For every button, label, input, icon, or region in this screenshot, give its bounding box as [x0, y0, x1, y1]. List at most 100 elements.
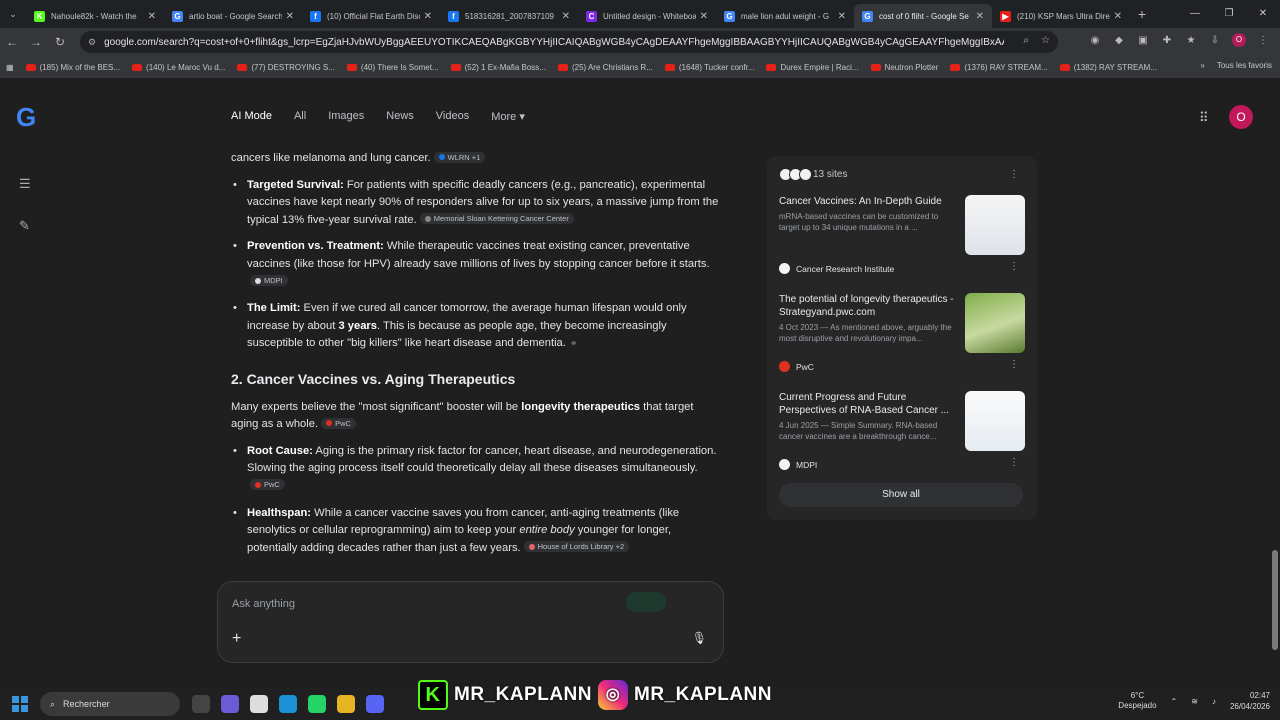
volume-icon[interactable]: ♪: [1212, 697, 1216, 706]
close-tab-icon[interactable]: ✕: [424, 11, 432, 22]
google-apps-icon[interactable]: ⠿: [1199, 110, 1209, 126]
bookmark-item[interactable]: (25) Are Christians R...: [552, 63, 659, 72]
close-tab-icon[interactable]: ✕: [148, 11, 156, 22]
tab-all[interactable]: All: [294, 110, 306, 123]
more-bookmarks-icon[interactable]: »: [1200, 61, 1204, 70]
bookmark-item[interactable]: (1376) RAY STREAM...: [944, 63, 1053, 72]
weather-widget[interactable]: 6°C Despejado: [1118, 691, 1156, 711]
browser-tab[interactable]: Gartio boat - Google Search ✕: [164, 4, 302, 28]
link-icon[interactable]: ⚭: [570, 338, 578, 348]
tab-ai-mode[interactable]: AI Mode: [231, 110, 272, 123]
chrome-icon[interactable]: [250, 695, 268, 713]
tab-news[interactable]: News: [386, 110, 414, 123]
browser-tab[interactable]: f (10) Official Flat Earth Disc ✕: [302, 4, 440, 28]
start-icon[interactable]: [12, 696, 28, 712]
more-options-icon[interactable]: ⋮: [1009, 261, 1019, 272]
restore-icon[interactable]: ❐: [1212, 0, 1246, 28]
ask-input[interactable]: Ask anything: [232, 598, 295, 610]
all-bookmarks[interactable]: Tous les favoris: [1217, 61, 1272, 70]
forward-icon[interactable]: →: [24, 35, 48, 49]
close-tab-icon[interactable]: ✕: [976, 11, 984, 22]
source-card[interactable]: Current Progress and Future Perspectives…: [779, 391, 1025, 475]
bookmarks-icon[interactable]: ★: [1184, 35, 1198, 46]
bookmark-item[interactable]: (1382) RAY STREAM...: [1054, 63, 1163, 72]
edge-icon[interactable]: [279, 695, 297, 713]
more-options-icon[interactable]: ⋮: [1009, 457, 1019, 468]
discord-icon[interactable]: [366, 695, 384, 713]
bookmark-item[interactable]: (77) DESTROYING S...: [231, 63, 341, 72]
source-title[interactable]: The potential of longevity therapeutics …: [779, 293, 954, 319]
citation-chip[interactable]: PwC: [321, 417, 356, 429]
close-tab-icon[interactable]: ✕: [838, 11, 846, 22]
site-info-icon[interactable]: ⚙: [88, 37, 96, 48]
whatsapp-icon[interactable]: [308, 695, 326, 713]
browser-tab[interactable]: C Untitled design - Whiteboard ✕: [578, 4, 716, 28]
new-tab-button[interactable]: +: [1130, 6, 1154, 22]
chevron-up-icon[interactable]: ⌃: [1171, 697, 1178, 706]
account-avatar[interactable]: O: [1229, 105, 1253, 129]
citation-chip[interactable]: MDPI: [250, 275, 288, 287]
back-icon[interactable]: ←: [0, 35, 24, 49]
source-thumbnail[interactable]: [965, 195, 1025, 255]
downloads-icon[interactable]: ⇩: [1208, 35, 1222, 46]
task-view-icon[interactable]: [192, 695, 210, 713]
source-card[interactable]: Cancer Vaccines: An In-Depth Guide mRNA-…: [779, 195, 1025, 279]
history-icon[interactable]: ☰: [19, 176, 31, 192]
citation-chip[interactable]: Memorial Sloan Kettering Cancer Center: [419, 213, 574, 225]
source-thumbnail[interactable]: [965, 293, 1025, 353]
more-options-icon[interactable]: ⋮: [1009, 169, 1019, 180]
minimize-icon[interactable]: —: [1178, 0, 1212, 28]
folder-icon[interactable]: [337, 695, 355, 713]
zoom-icon[interactable]: ⌕: [1023, 35, 1029, 46]
extension-icon[interactable]: ▣: [1136, 35, 1150, 46]
google-logo[interactable]: G: [16, 104, 42, 130]
source-card[interactable]: The potential of longevity therapeutics …: [779, 293, 1025, 377]
browser-tab[interactable]: Gcost of 0 fliht - Google Se ✕: [854, 4, 992, 28]
microphone-icon[interactable]: 🎙: [692, 631, 707, 645]
browser-tab[interactable]: ▶ (210) KSP Mars Ultra Dire ✕: [992, 4, 1130, 28]
tab-search-icon[interactable]: ⌄: [0, 0, 26, 28]
browser-tab[interactable]: Gmale lion adul weight - G ✕: [716, 4, 854, 28]
address-bar[interactable]: ⚙ google.com/search?q=cost+of+0+fliht&gs…: [80, 31, 1058, 53]
close-tab-icon[interactable]: ✕: [286, 11, 294, 22]
tab-videos[interactable]: Videos: [436, 110, 469, 123]
citation-chip[interactable]: PwC: [250, 479, 285, 491]
bookmark-item[interactable]: (1648) Tucker confr...: [659, 63, 761, 72]
bookmark-item[interactable]: Neutron Plotter: [865, 63, 945, 72]
reload-icon[interactable]: ↻: [48, 35, 72, 49]
sources-header[interactable]: 13 sites ⋮: [779, 168, 1025, 181]
new-chat-icon[interactable]: ✎: [19, 218, 30, 234]
extension-badge-icon[interactable]: [626, 592, 666, 612]
source-thumbnail[interactable]: [965, 391, 1025, 451]
source-title[interactable]: Current Progress and Future Perspectives…: [779, 391, 954, 417]
extension-icon[interactable]: ◆: [1112, 35, 1126, 46]
apps-grid-icon[interactable]: ▦: [0, 63, 20, 72]
copilot-icon[interactable]: [221, 695, 239, 713]
close-tab-icon[interactable]: ✕: [700, 11, 708, 22]
browser-tab[interactable]: K Nahoule82k - Watch the ✕: [26, 4, 164, 28]
bookmark-item[interactable]: (40) There Is Somet...: [341, 63, 445, 72]
browser-tab[interactable]: f 518316281_2007837109 ✕: [440, 4, 578, 28]
bookmark-star-icon[interactable]: ☆: [1041, 35, 1050, 46]
citation-chip[interactable]: House of Lords Library +2: [523, 541, 630, 553]
tab-images[interactable]: Images: [328, 110, 364, 123]
bookmark-item[interactable]: (140) Le Maroc Vu d...: [126, 63, 231, 72]
extensions-puzzle-icon[interactable]: ✚: [1160, 35, 1174, 46]
bookmark-item[interactable]: (52) 1 Ex-Mafia Boss...: [445, 63, 552, 72]
scrollbar[interactable]: [1272, 550, 1278, 650]
source-title[interactable]: Cancer Vaccines: An In-Depth Guide: [779, 195, 954, 208]
clock[interactable]: 02:47 26/04/2026: [1230, 690, 1270, 712]
profile-avatar[interactable]: O: [1232, 33, 1246, 47]
extension-icon[interactable]: ◉: [1088, 35, 1102, 46]
close-tab-icon[interactable]: ✕: [562, 11, 570, 22]
add-icon[interactable]: +: [232, 630, 241, 648]
citation-chip[interactable]: WLRN +1: [433, 151, 486, 163]
wifi-icon[interactable]: ≋: [1191, 697, 1198, 706]
bookmark-item[interactable]: (185) Mix of the BES...: [20, 63, 126, 72]
bookmark-item[interactable]: Durex Empire | Raci...: [760, 63, 864, 72]
show-all-button[interactable]: Show all: [779, 483, 1023, 507]
close-window-icon[interactable]: ✕: [1246, 0, 1280, 28]
menu-icon[interactable]: ⋮: [1256, 35, 1270, 46]
tab-more[interactable]: More ▾: [491, 110, 525, 123]
close-tab-icon[interactable]: ✕: [1114, 11, 1122, 22]
